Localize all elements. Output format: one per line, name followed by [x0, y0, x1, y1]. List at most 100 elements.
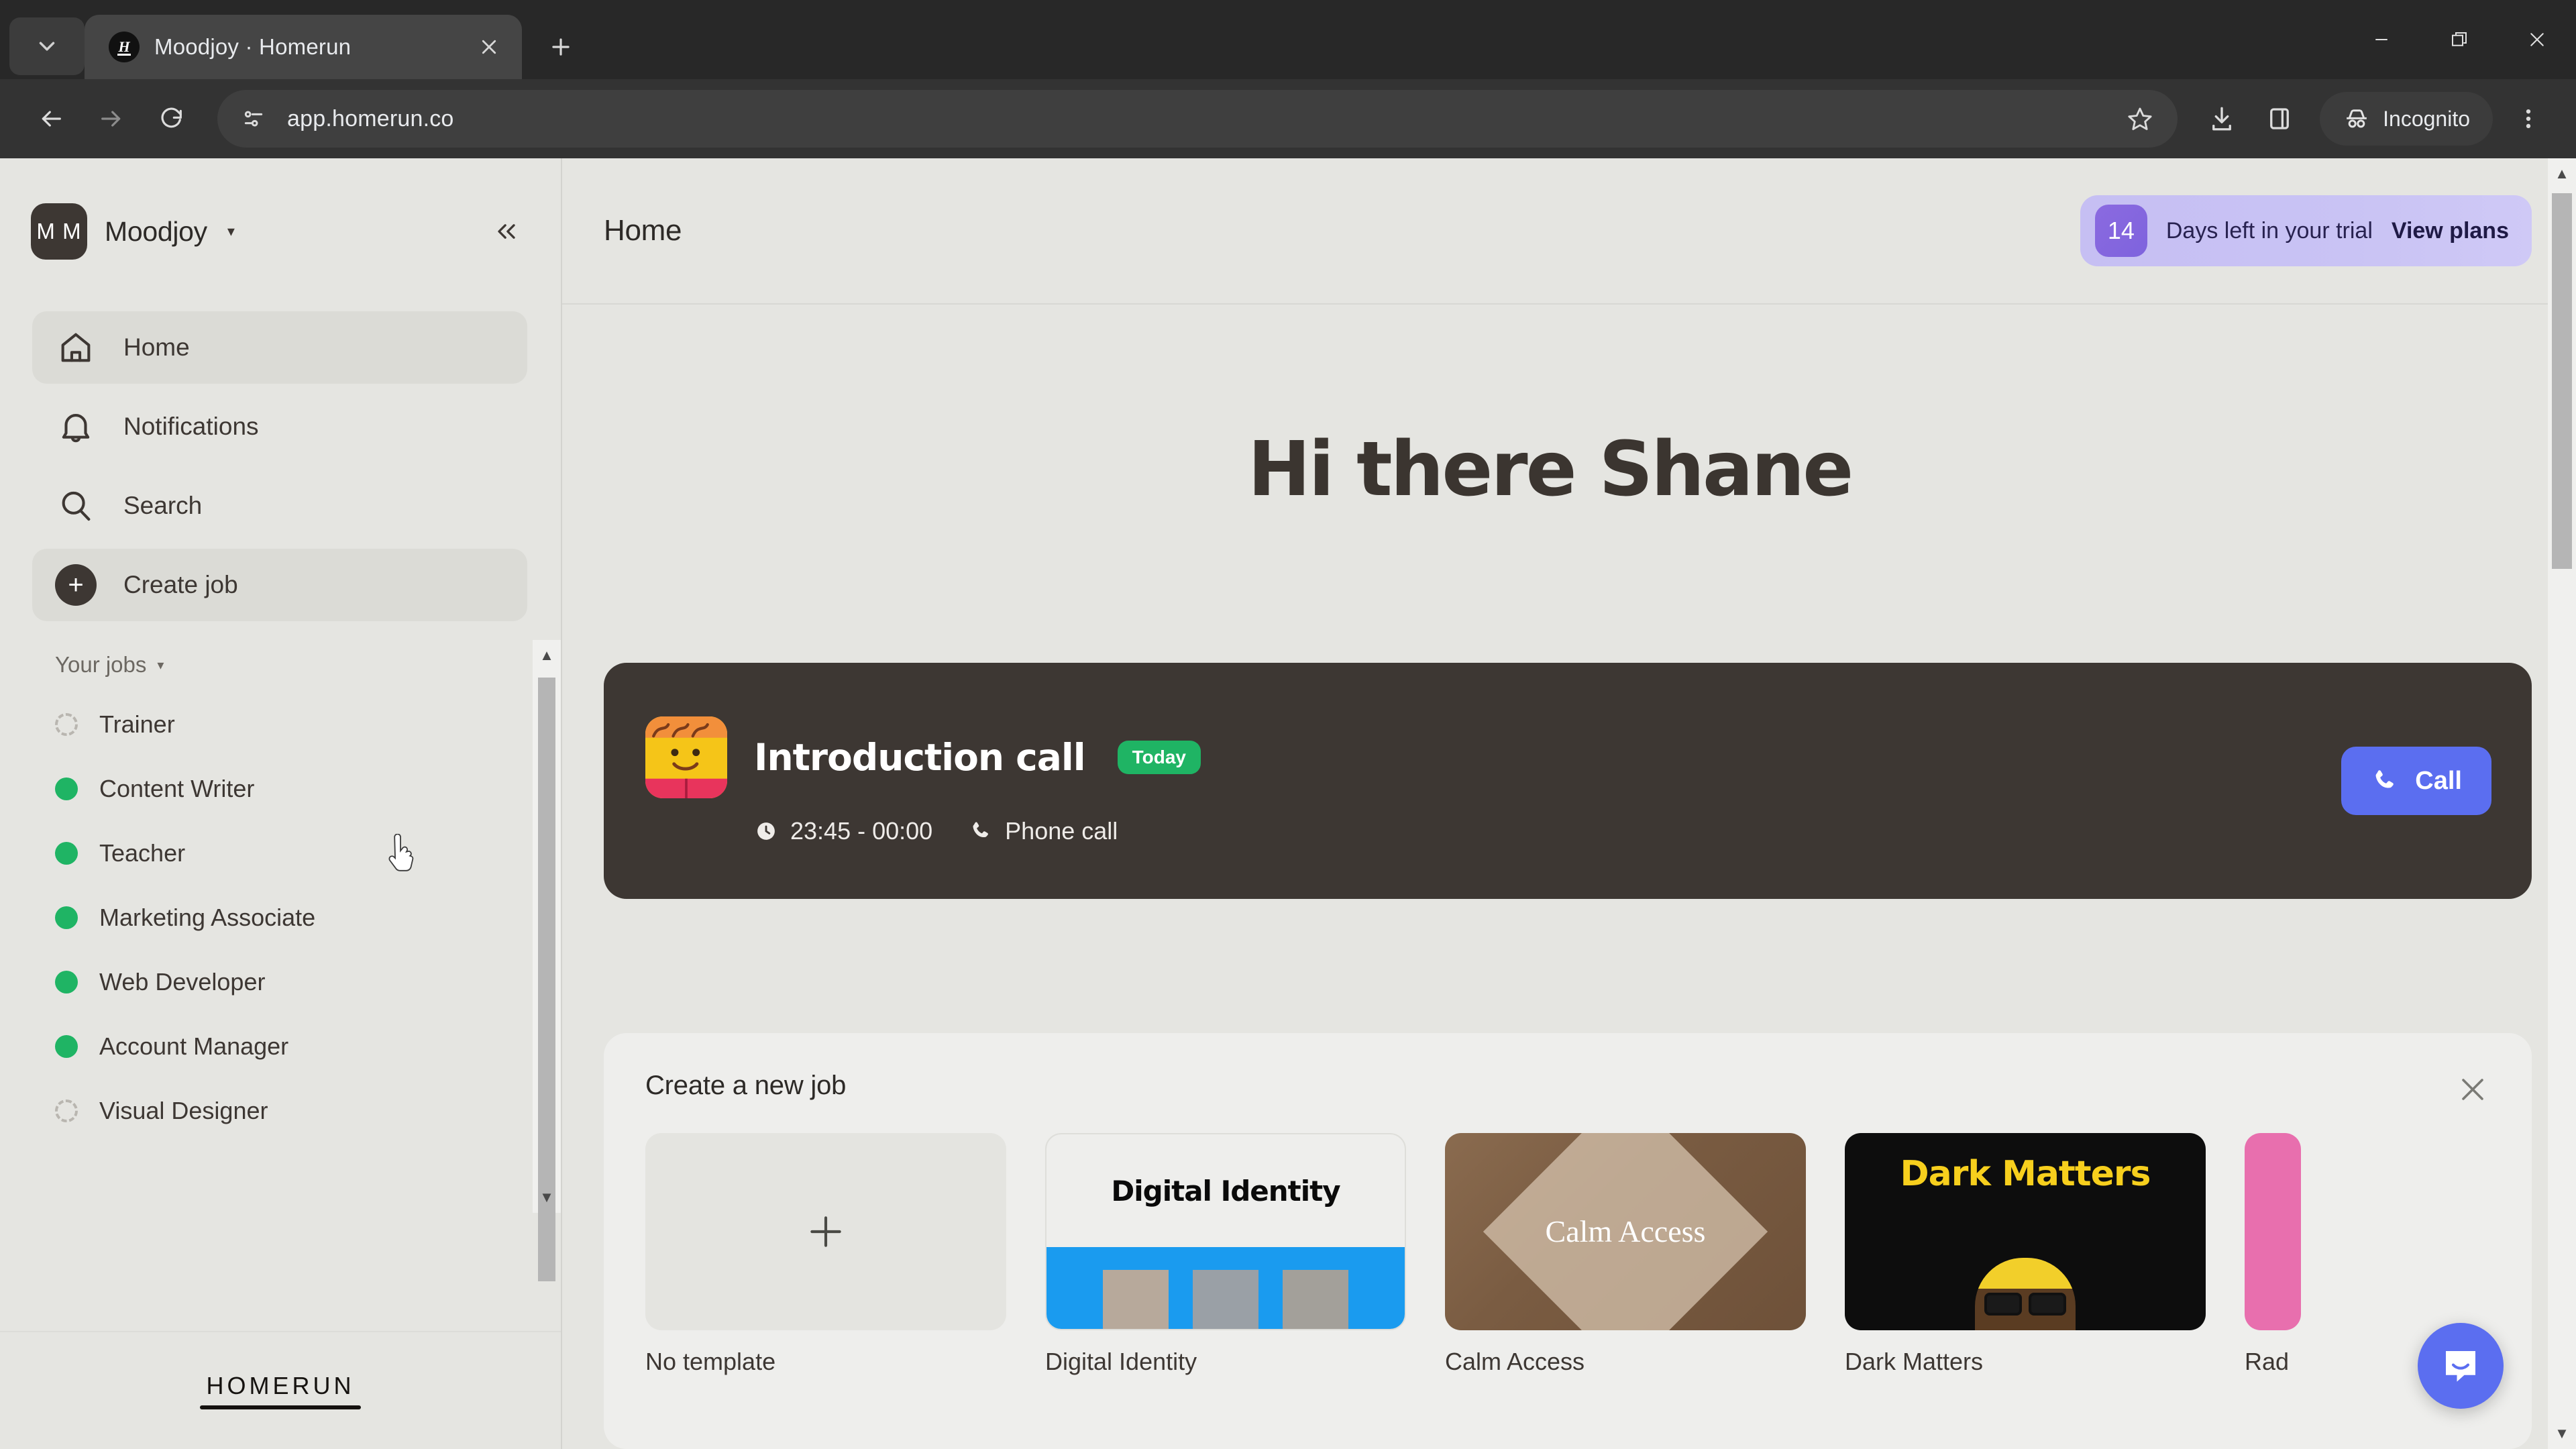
sidebar-scrollbar[interactable]: ▲ ▼	[533, 640, 561, 1281]
status-dot-live	[55, 971, 78, 994]
template-list: No template Digital Identity Digital Ide…	[645, 1133, 2490, 1376]
chevron-down-icon[interactable]: ▾	[227, 223, 235, 240]
site-info-button[interactable]	[237, 103, 270, 135]
browser-menu-button[interactable]	[2505, 93, 2552, 144]
arrow-left-icon	[42, 111, 61, 127]
search-icon	[55, 485, 97, 527]
page-settings-icon	[244, 111, 263, 127]
back-button[interactable]	[24, 92, 78, 146]
job-label: Content Writer	[99, 775, 255, 802]
caret-down-icon: ▾	[157, 657, 164, 673]
page-title: Home	[604, 214, 682, 247]
sidebar-scroll-area: Home Notifications Search + Create job Y…	[0, 305, 561, 1331]
scroll-up-arrow-icon[interactable]: ▲	[2548, 158, 2576, 189]
reload-icon	[161, 107, 182, 128]
sidebar-jobs-section-header[interactable]: Your jobs ▾	[32, 628, 527, 692]
sidebar-collapse-button[interactable]	[483, 208, 530, 255]
sidebar-item-create-job[interactable]: + Create job	[32, 549, 527, 621]
phone-icon	[973, 822, 989, 837]
template-card-rad[interactable]: Rad	[2245, 1133, 2301, 1376]
incognito-indicator[interactable]: Incognito	[2320, 92, 2493, 146]
template-card-digital-identity[interactable]: Digital Identity Digital Identity	[1045, 1133, 1406, 1376]
template-thumb-text: Digital Identity	[1111, 1174, 1340, 1208]
omnibox[interactable]: app.homerun.co	[217, 90, 2178, 148]
view-plans-link[interactable]: View plans	[2392, 218, 2509, 244]
template-card-no-template[interactable]: No template	[645, 1133, 1006, 1376]
sidebar-item-home[interactable]: Home	[32, 311, 527, 384]
chevron-down-icon	[39, 42, 55, 51]
scroll-down-arrow-icon[interactable]: ▼	[2548, 1418, 2576, 1449]
tab-search-button[interactable]	[9, 17, 85, 75]
plus-circle-icon: +	[55, 564, 97, 606]
tab-strip: H Moodjoy · Homerun	[0, 0, 588, 79]
main-scrollbar[interactable]: ▲ ▼	[2548, 158, 2576, 1449]
template-thumb-photos	[1046, 1247, 1405, 1329]
sidebar-job-item[interactable]: Content Writer	[32, 757, 527, 821]
window-minimize-button[interactable]	[2343, 0, 2420, 79]
app-sidebar: M M Moodjoy ▾ Home Notifications Search …	[0, 158, 562, 1449]
scroll-up-arrow-icon[interactable]: ▲	[533, 640, 561, 671]
sidebar-job-item[interactable]: Web Developer	[32, 950, 527, 1014]
call-button[interactable]: Call	[2341, 747, 2491, 815]
main-header: Home 14 Days left in your trial View pla…	[562, 158, 2576, 305]
event-meta-row: 23:45 - 00:00 Phone call	[754, 817, 1201, 845]
side-panel-icon	[2270, 108, 2290, 129]
incognito-icon	[2347, 109, 2367, 128]
template-card-dark-matters[interactable]: Dark Matters Dark Matters	[1845, 1133, 2206, 1376]
sidebar-job-item[interactable]: Trainer	[32, 692, 527, 757]
sidebar-job-item[interactable]: Visual Designer	[32, 1079, 527, 1143]
side-panel-button[interactable]	[2254, 93, 2305, 144]
template-label: Digital Identity	[1045, 1348, 1197, 1375]
close-panel-button[interactable]	[2451, 1068, 2494, 1111]
sidebar-item-label: Home	[123, 333, 190, 361]
event-time-text: 23:45 - 00:00	[790, 817, 933, 845]
tab-close-button[interactable]	[471, 29, 507, 65]
status-dot-live	[55, 906, 78, 929]
browser-tab[interactable]: H Moodjoy · Homerun	[85, 15, 522, 79]
template-thumb: Digital Identity	[1045, 1133, 1406, 1330]
trial-banner[interactable]: 14 Days left in your trial View plans	[2080, 195, 2532, 266]
template-thumb-text: Calm Access	[1545, 1214, 1706, 1248]
download-icon	[2212, 107, 2232, 131]
scroll-down-arrow-icon[interactable]: ▼	[533, 1182, 561, 1213]
plus-icon	[552, 38, 570, 56]
url-text: app.homerun.co	[287, 105, 454, 131]
star-icon	[2128, 107, 2152, 130]
job-label: Account Manager	[99, 1032, 289, 1060]
close-icon	[482, 40, 496, 54]
upcoming-event-card[interactable]: Introduction call Today 23:45 - 00:00 Ph…	[604, 663, 2532, 899]
main-scrollbar-thumb[interactable]	[2552, 193, 2572, 569]
tab-favicon-icon: H	[109, 32, 140, 62]
new-tab-button[interactable]	[534, 20, 588, 74]
sidebar-nav: Home Notifications Search + Create job Y…	[0, 311, 561, 1143]
sidebar-job-item[interactable]: Account Manager	[32, 1014, 527, 1079]
close-icon	[2530, 33, 2544, 46]
window-controls	[2343, 0, 2576, 79]
forward-button[interactable]	[85, 92, 138, 146]
template-thumb	[2245, 1133, 2301, 1330]
restore-icon	[2452, 32, 2467, 46]
trial-days-badge: 14	[2094, 205, 2147, 257]
template-label: Dark Matters	[1845, 1348, 1984, 1375]
person-photo	[1975, 1258, 2076, 1330]
window-close-button[interactable]	[2498, 0, 2576, 79]
reload-button[interactable]	[145, 92, 199, 146]
person-emoji-avatar-icon	[645, 716, 727, 798]
template-card-calm-access[interactable]: Calm Access Calm Access	[1445, 1133, 1806, 1376]
homerun-logo-text: HOMERUN	[206, 1372, 355, 1399]
sidebar-item-search[interactable]: Search	[32, 470, 527, 542]
intercom-chat-icon	[2446, 1351, 2475, 1382]
photo-thumb	[1283, 1270, 1348, 1329]
org-name[interactable]: Moodjoy	[105, 216, 207, 248]
window-maximize-button[interactable]	[2420, 0, 2498, 79]
sidebar-item-notifications[interactable]: Notifications	[32, 390, 527, 463]
support-chat-button[interactable]	[2418, 1323, 2504, 1409]
downloads-button[interactable]	[2196, 93, 2247, 144]
clock-icon	[757, 822, 775, 840]
bookmark-button[interactable]	[2120, 99, 2160, 139]
sidebar-job-item[interactable]: Marketing Associate	[32, 885, 527, 950]
event-type: Phone call	[969, 817, 1118, 845]
sidebar-job-item[interactable]: Teacher	[32, 821, 527, 885]
template-thumb: Dark Matters	[1845, 1133, 2206, 1330]
browser-window: H Moodjoy · Homerun app.homerun.co Incog…	[0, 0, 2576, 1449]
